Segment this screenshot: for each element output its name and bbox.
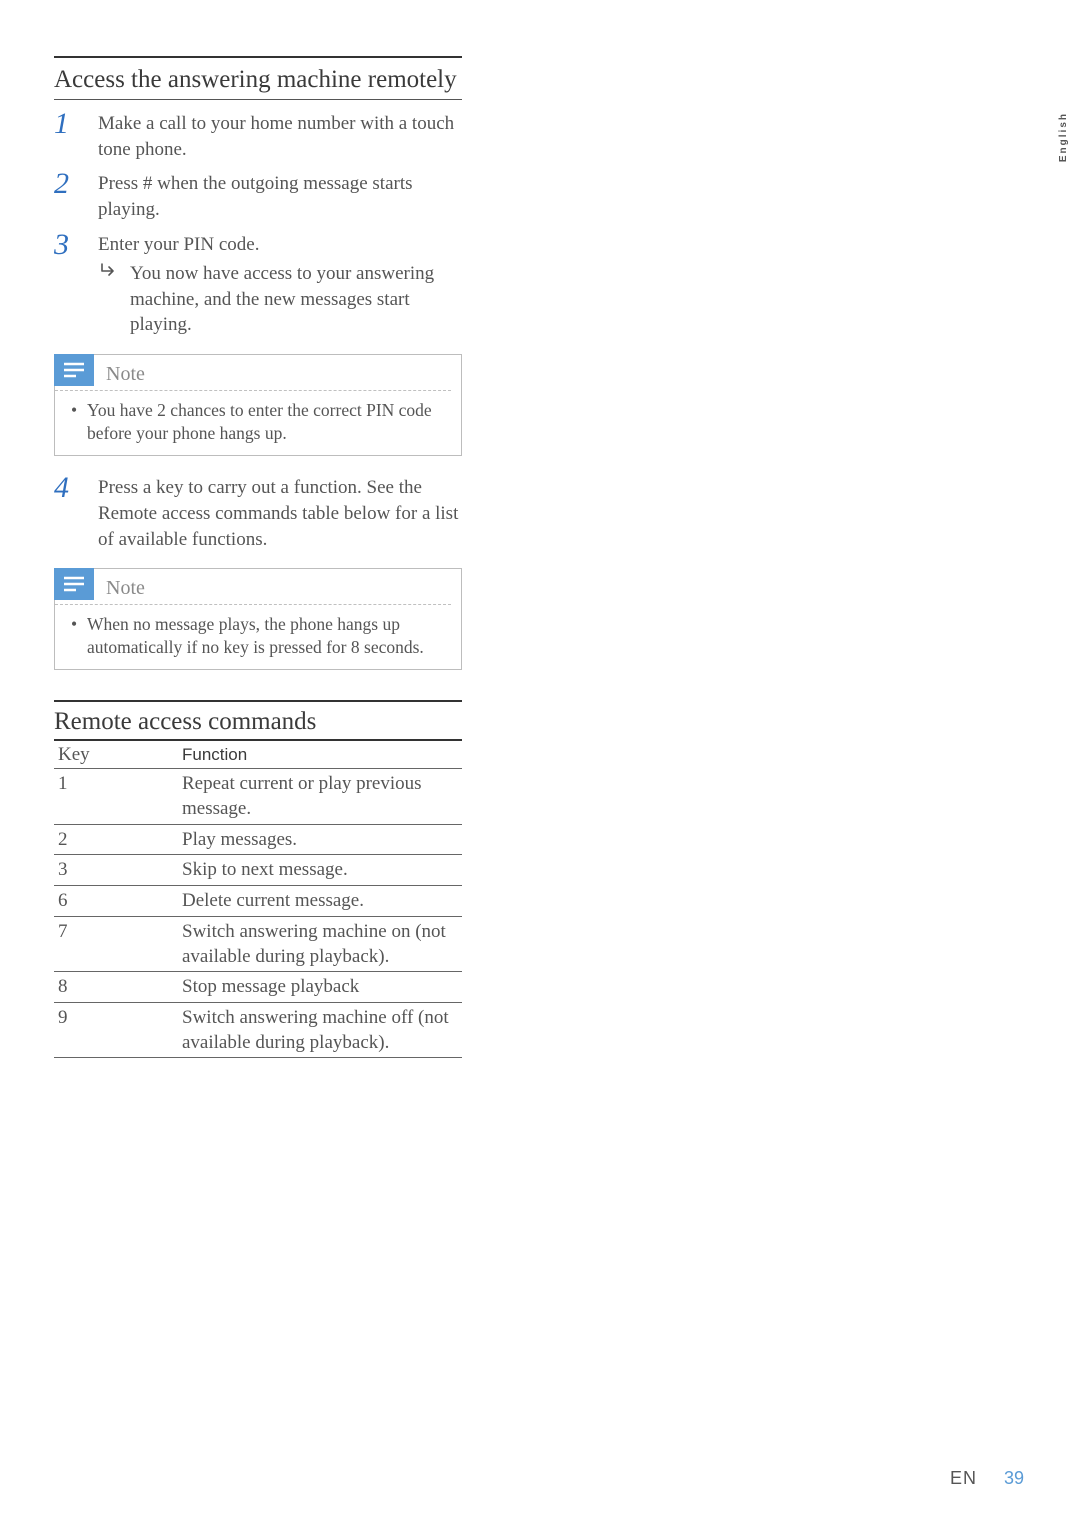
step-text: Press # when the outgoing message starts…	[98, 168, 462, 222]
step-result: You now have access to your answering ma…	[100, 261, 462, 338]
note-header: Note	[55, 355, 451, 391]
note-icon	[54, 568, 94, 600]
note-label: Note	[106, 577, 145, 600]
step-result-text: You now have access to your answering ma…	[130, 261, 462, 338]
result-arrow-icon	[100, 263, 122, 279]
note-icon	[54, 354, 94, 386]
note-box: Note You have 2 chances to enter the cor…	[54, 354, 462, 456]
section-rule	[54, 700, 462, 702]
cmd-function: Stop message playback	[178, 972, 462, 1003]
step-item: 2 Press # when the outgoing message star…	[54, 168, 462, 222]
cmd-function: Skip to next message.	[178, 855, 462, 886]
footer-page-number: 39	[1004, 1468, 1024, 1488]
note-bullet: When no message plays, the phone hangs u…	[69, 613, 447, 659]
commands-table: Key Function 1 Repeat current or play pr…	[54, 739, 462, 1058]
step-number: 3	[54, 229, 98, 261]
table-row: 2 Play messages.	[54, 824, 462, 855]
note-body: When no message plays, the phone hangs u…	[55, 613, 461, 659]
step-text: Press a key to carry out a function. See…	[98, 472, 462, 552]
page-footer: EN 39	[950, 1468, 1024, 1489]
cmd-key: 3	[54, 855, 178, 886]
step-item: 1 Make a call to your home number with a…	[54, 108, 462, 162]
note-label: Note	[106, 363, 145, 386]
step-text-inner: Enter your PIN code.	[98, 234, 259, 255]
table-header-key: Key	[54, 740, 178, 769]
table-row: 3 Skip to next message.	[54, 855, 462, 886]
commands-section: Remote access commands Key Function 1 Re…	[54, 700, 462, 1058]
step-item: 3 Enter your PIN code. You now have acce…	[54, 229, 462, 339]
note-box: Note When no message plays, the phone ha…	[54, 568, 462, 670]
table-row: 7 Switch answering machine on (not avail…	[54, 916, 462, 971]
note-body: You have 2 chances to enter the correct …	[55, 399, 461, 445]
section-title-commands: Remote access commands	[54, 708, 462, 739]
table-row: 1 Repeat current or play previous messag…	[54, 769, 462, 824]
cmd-key: 6	[54, 886, 178, 917]
note-header: Note	[55, 569, 451, 605]
steps-list-continued: 4 Press a key to carry out a function. S…	[54, 472, 462, 552]
step-number: 1	[54, 108, 98, 140]
cmd-function: Switch answering machine on (not availab…	[178, 916, 462, 971]
section-rule	[54, 56, 462, 58]
table-row: 8 Stop message playback	[54, 972, 462, 1003]
footer-lang-code: EN	[950, 1468, 977, 1488]
cmd-key: 7	[54, 916, 178, 971]
cmd-key: 9	[54, 1002, 178, 1057]
cmd-function: Play messages.	[178, 824, 462, 855]
section-title-access: Access the answering machine remotely	[54, 64, 462, 100]
main-content-column: Access the answering machine remotely 1 …	[54, 56, 462, 1058]
table-header-function: Function	[178, 740, 462, 769]
cmd-key: 8	[54, 972, 178, 1003]
step-item: 4 Press a key to carry out a function. S…	[54, 472, 462, 552]
table-row: 6 Delete current message.	[54, 886, 462, 917]
cmd-function: Repeat current or play previous message.	[178, 769, 462, 824]
note-bullet: You have 2 chances to enter the correct …	[69, 399, 447, 445]
step-text: Make a call to your home number with a t…	[98, 108, 462, 162]
steps-list: 1 Make a call to your home number with a…	[54, 108, 462, 338]
step-number: 2	[54, 168, 98, 200]
cmd-key: 1	[54, 769, 178, 824]
language-side-label: English	[1058, 112, 1069, 162]
cmd-function: Switch answering machine off (not availa…	[178, 1002, 462, 1057]
step-text: Enter your PIN code. You now have access…	[98, 229, 462, 339]
table-row: 9 Switch answering machine off (not avai…	[54, 1002, 462, 1057]
cmd-key: 2	[54, 824, 178, 855]
step-number: 4	[54, 472, 98, 504]
cmd-function: Delete current message.	[178, 886, 462, 917]
